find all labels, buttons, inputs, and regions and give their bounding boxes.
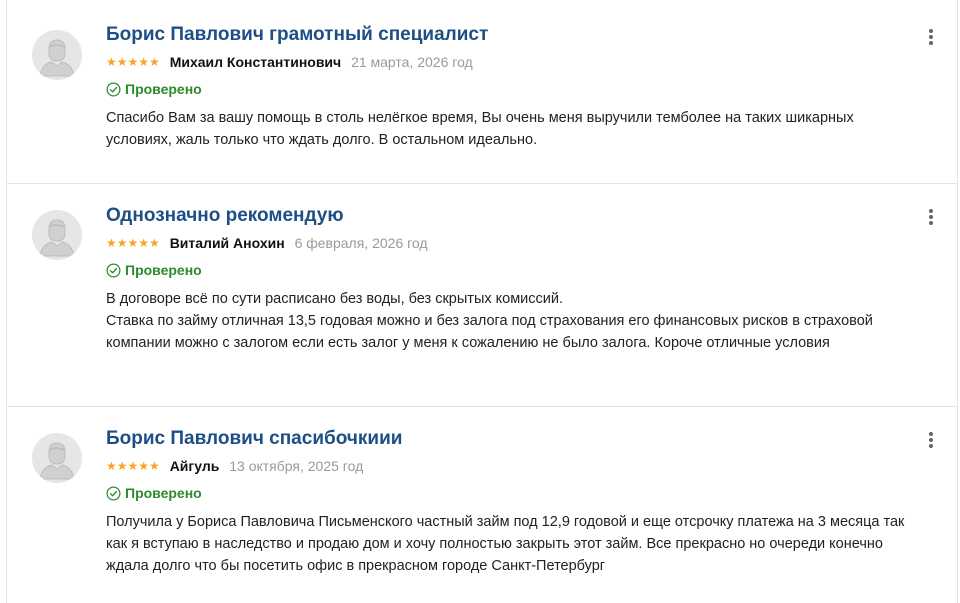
review-body: Получила у Бориса Павловича Письменского…	[106, 511, 917, 577]
review-body: Спасибо Вам за вашу помощь в столь нелёг…	[106, 107, 917, 151]
review-paragraph: Получила у Бориса Павловича Письменского…	[106, 514, 905, 574]
review-content: Борис Павлович грамотный специалист ★★★★…	[106, 22, 917, 151]
user-avatar-icon	[32, 210, 82, 260]
verified-badge: Проверено	[106, 79, 917, 99]
more-vertical-icon[interactable]	[925, 207, 937, 227]
review-content: Однозначно рекомендую ★★★★★ Виталий Анох…	[106, 203, 917, 354]
review-title: Борис Павлович грамотный специалист	[106, 24, 489, 45]
verified-badge: Проверено	[106, 260, 917, 280]
review-content: Борис Павлович спасибочкиии ★★★★★ Айгуль…	[106, 426, 917, 577]
review-title: Борис Павлович спасибочкиии	[106, 428, 403, 449]
verified-badge: Проверено	[106, 483, 917, 503]
review-date: 6 февраля, 2026 год	[294, 235, 428, 251]
rating-stars: ★★★★★	[106, 236, 160, 250]
verified-label: Проверено	[125, 485, 202, 501]
more-vertical-icon[interactable]	[925, 430, 937, 450]
check-circle-icon	[106, 82, 121, 96]
review-title: Однозначно рекомендую	[106, 205, 344, 226]
check-circle-icon	[106, 263, 121, 277]
review-meta: ★★★★★ Виталий Анохин 6 февраля, 2026 год	[106, 233, 917, 253]
review-item: Борис Павлович грамотный специалист ★★★★…	[7, 0, 957, 184]
review-item: Однозначно рекомендую ★★★★★ Виталий Анох…	[7, 184, 957, 407]
review-paragraph: В договоре всё по сути расписано без вод…	[106, 291, 564, 307]
review-author: Михаил Константинович	[169, 54, 342, 70]
reviews-list: Борис Павлович грамотный специалист ★★★★…	[6, 0, 958, 603]
review-item: Борис Павлович спасибочкиии ★★★★★ Айгуль…	[7, 407, 957, 603]
verified-label: Проверено	[125, 262, 202, 278]
user-avatar-icon	[32, 433, 82, 483]
review-body: В договоре всё по сути расписано без вод…	[106, 288, 917, 354]
review-paragraph: Ставка по займу отличная 13,5 годовая мо…	[106, 313, 873, 351]
review-meta: ★★★★★ Айгуль 13 октября, 2025 год	[106, 456, 917, 476]
verified-label: Проверено	[125, 81, 202, 97]
check-circle-icon	[106, 486, 121, 500]
user-avatar-icon	[32, 30, 82, 80]
review-author: Виталий Анохин	[169, 235, 285, 251]
review-author: Айгуль	[169, 458, 220, 474]
review-date: 13 октября, 2025 год	[229, 458, 364, 474]
more-vertical-icon[interactable]	[925, 27, 937, 47]
review-paragraph: Спасибо Вам за вашу помощь в столь нелёг…	[106, 110, 854, 148]
rating-stars: ★★★★★	[106, 459, 160, 473]
rating-stars: ★★★★★	[106, 55, 160, 69]
review-meta: ★★★★★ Михаил Константинович 21 марта, 20…	[106, 52, 917, 72]
review-date: 21 марта, 2026 год	[351, 54, 473, 70]
